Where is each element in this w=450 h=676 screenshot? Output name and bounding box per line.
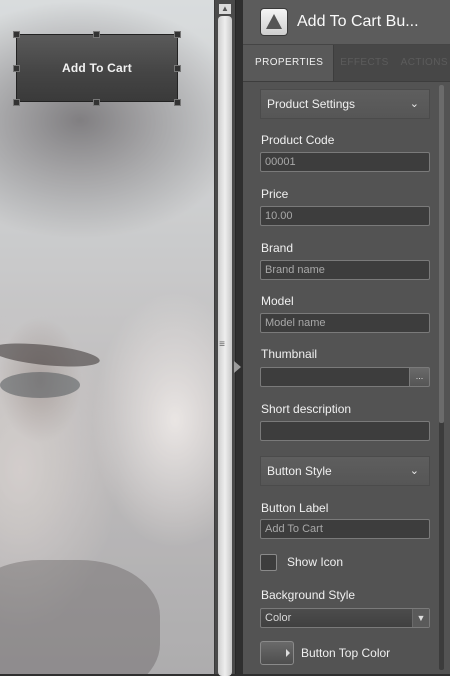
panel-body: Product Settings ⌄ Product Code Price Br… xyxy=(243,81,450,674)
button-style-section[interactable]: Button Style ⌄ xyxy=(260,456,430,486)
resize-handle-top[interactable] xyxy=(93,31,100,38)
show-icon-label: Show Icon xyxy=(287,555,344,569)
splitter-grip-icon[interactable]: ≡ xyxy=(217,340,227,350)
brand-label: Brand xyxy=(261,241,294,255)
price-label: Price xyxy=(261,187,289,201)
background-style-select[interactable]: Color ▼ xyxy=(260,608,430,628)
tab-properties[interactable]: PROPERTIES xyxy=(243,45,335,81)
chevron-down-icon: ▼ xyxy=(412,609,429,627)
tab-actions[interactable]: ACTIONS xyxy=(395,45,450,81)
photo-shape xyxy=(0,372,80,398)
panel-title: Add To Cart Bu... xyxy=(297,13,419,30)
add-to-cart-widget[interactable]: Add To Cart xyxy=(16,34,178,102)
resize-handle-left[interactable] xyxy=(13,65,20,72)
expand-arrow-icon xyxy=(286,649,290,657)
product-settings-section[interactable]: Product Settings ⌄ xyxy=(260,89,430,119)
thumbnail-label: Thumbnail xyxy=(261,347,318,361)
model-field[interactable] xyxy=(260,313,430,333)
scroll-up-arrow-icon[interactable]: ▲ xyxy=(219,4,231,14)
panel-header: Add To Cart Bu... xyxy=(243,0,450,45)
resize-handle-bottom-right[interactable] xyxy=(174,99,181,106)
product-code-field[interactable] xyxy=(260,152,430,172)
photo-shape xyxy=(0,560,160,674)
resize-handle-right[interactable] xyxy=(174,65,181,72)
resize-handle-bottom-left[interactable] xyxy=(13,99,20,106)
product-code-label: Product Code xyxy=(261,133,335,147)
button-label-label: Button Label xyxy=(261,501,329,515)
price-field[interactable] xyxy=(260,206,430,226)
background-style-value: Color xyxy=(265,612,292,624)
panel-tabs: PROPERTIES EFFECTS ACTIONS xyxy=(243,45,450,82)
resize-handle-top-left[interactable] xyxy=(13,31,20,38)
browse-button[interactable]: ... xyxy=(409,367,430,387)
section-label: Button Style xyxy=(267,464,332,478)
triangle-logo-icon xyxy=(261,9,287,35)
button-top-color-label: Button Top Color xyxy=(301,646,391,660)
properties-panel: Add To Cart Bu... PROPERTIES EFFECTS ACT… xyxy=(243,0,450,674)
section-label: Product Settings xyxy=(267,97,356,111)
show-icon-checkbox[interactable] xyxy=(260,554,277,571)
button-top-color-swatch[interactable] xyxy=(260,641,294,665)
chevron-down-icon: ⌄ xyxy=(409,465,419,477)
model-label: Model xyxy=(261,294,294,308)
brand-field[interactable] xyxy=(260,260,430,280)
chevron-down-icon: ⌄ xyxy=(409,98,419,110)
collapse-panel-arrow-icon[interactable] xyxy=(234,361,241,373)
canvas-scrollbar[interactable]: ▲ ≡ xyxy=(214,0,236,676)
background-style-label: Background Style xyxy=(261,588,356,602)
resize-handle-bottom[interactable] xyxy=(93,99,100,106)
panel-scrollbar[interactable] xyxy=(439,85,444,670)
panel-scrollbar-thumb[interactable] xyxy=(439,85,444,423)
tab-effects[interactable]: EFFECTS xyxy=(334,45,394,81)
short-description-label: Short description xyxy=(261,402,352,416)
short-description-field[interactable] xyxy=(260,421,430,441)
add-to-cart-widget-label: Add To Cart xyxy=(62,61,132,75)
thumbnail-field[interactable] xyxy=(260,367,410,387)
resize-handle-top-right[interactable] xyxy=(174,31,181,38)
design-canvas[interactable]: Add To Cart xyxy=(0,0,214,674)
button-label-field[interactable] xyxy=(260,519,430,539)
